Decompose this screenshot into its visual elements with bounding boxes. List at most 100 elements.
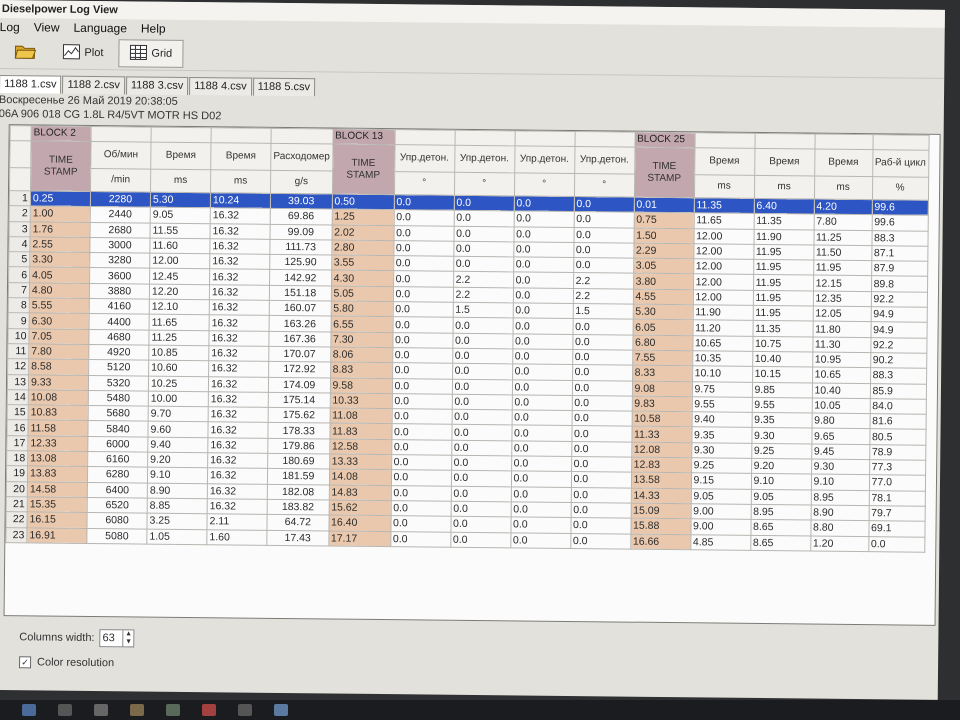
- columns-width-value[interactable]: 63: [101, 632, 123, 644]
- grid-cell[interactable]: 0.0: [390, 469, 452, 486]
- grid-cell[interactable]: 2.2: [572, 288, 634, 305]
- grid-cell[interactable]: 79.7: [868, 505, 925, 522]
- grid-cell[interactable]: 5.05: [330, 285, 394, 302]
- row-number[interactable]: 3: [9, 221, 31, 237]
- grid-cell[interactable]: 12.08: [631, 441, 692, 458]
- grid-cell[interactable]: 8.90: [810, 504, 869, 521]
- row-number[interactable]: 1: [9, 190, 31, 207]
- grid-cell[interactable]: 181.59: [267, 468, 330, 485]
- grid-cell[interactable]: 2.2: [573, 273, 634, 289]
- grid-cell[interactable]: 9.30: [691, 442, 752, 459]
- grid-cell[interactable]: 13.33: [329, 454, 392, 470]
- grid-cell[interactable]: 16.32: [210, 208, 271, 224]
- grid-cell[interactable]: 10.83: [28, 404, 89, 421]
- tab-file-3[interactable]: 1188 3.csv: [125, 76, 189, 95]
- grid-cell[interactable]: 8.33: [632, 365, 693, 382]
- grid-cell[interactable]: 11.95: [752, 290, 814, 307]
- grid-cell[interactable]: 3.05: [633, 258, 694, 275]
- column-header[interactable]: Упр.детон.: [394, 144, 455, 173]
- grid-cell[interactable]: 3.30: [29, 252, 90, 268]
- grid-cell[interactable]: 0.0: [572, 364, 633, 381]
- grid-cell[interactable]: 0.0: [570, 533, 631, 549]
- grid-cell[interactable]: 99.6: [871, 199, 928, 216]
- grid-cell[interactable]: 11.20: [692, 320, 753, 337]
- grid-cell[interactable]: 0.0: [513, 272, 574, 289]
- grid-cell[interactable]: 0.0: [512, 287, 574, 304]
- grid-cell[interactable]: 16.40: [328, 515, 391, 532]
- grid-cell[interactable]: 3880: [89, 283, 150, 300]
- grid-cell[interactable]: 11.33: [631, 426, 692, 443]
- grid-cell[interactable]: 11.65: [693, 213, 754, 229]
- grid-cell[interactable]: 0.0: [868, 536, 925, 553]
- grid-cell[interactable]: 5.30: [150, 192, 211, 209]
- grid-cell[interactable]: 5680: [88, 405, 149, 422]
- grid-cell[interactable]: 142.92: [269, 269, 332, 286]
- grid-cell[interactable]: 14.08: [328, 469, 392, 486]
- grid-cell[interactable]: 0.0: [573, 211, 634, 228]
- grid-cell[interactable]: 0.0: [391, 424, 452, 441]
- grid-cell[interactable]: 0.0: [451, 378, 513, 395]
- grid-cell[interactable]: 7.30: [330, 331, 393, 348]
- grid-cell[interactable]: 0.75: [633, 212, 694, 229]
- grid-cell[interactable]: 1.20: [810, 535, 869, 552]
- grid-cell[interactable]: 92.2: [870, 337, 927, 354]
- row-number[interactable]: 18: [6, 450, 28, 467]
- grid-cell[interactable]: 11.50: [813, 244, 872, 261]
- grid-cell[interactable]: 2.29: [633, 243, 694, 259]
- grid-cell[interactable]: 4.55: [632, 288, 694, 305]
- grid-cell[interactable]: 16.32: [208, 406, 269, 423]
- grid-cell[interactable]: 9.83: [631, 395, 692, 412]
- column-header[interactable]: Время: [150, 142, 212, 170]
- grid-cell[interactable]: 10.40: [811, 382, 871, 399]
- row-number[interactable]: 10: [7, 328, 30, 344]
- grid-cell[interactable]: 0.0: [453, 256, 514, 273]
- grid-cell[interactable]: 1.76: [30, 221, 91, 238]
- grid-cell[interactable]: 0.0: [390, 531, 451, 548]
- grid-cell[interactable]: 4.30: [331, 270, 394, 287]
- grid-cell[interactable]: 15.09: [630, 503, 691, 519]
- grid-cell[interactable]: 9.40: [147, 436, 208, 453]
- grid-cell[interactable]: 3.55: [331, 255, 394, 272]
- grid-cell[interactable]: 0.0: [450, 485, 511, 502]
- grid-cell[interactable]: 9.70: [148, 406, 209, 423]
- grid-cell[interactable]: 12.33: [27, 435, 88, 452]
- row-number[interactable]: 8: [8, 297, 30, 314]
- grid-cell[interactable]: 8.58: [28, 359, 89, 376]
- grid-cell[interactable]: 11.35: [752, 320, 813, 337]
- grid-cell[interactable]: 2.2: [452, 287, 514, 303]
- grid-cell[interactable]: 9.10: [810, 474, 870, 491]
- grid-cell[interactable]: 11.65: [149, 314, 210, 331]
- grid-cell[interactable]: 7.05: [28, 328, 90, 345]
- grid-cell[interactable]: 9.35: [691, 427, 752, 444]
- grid-cell[interactable]: 0.0: [571, 456, 632, 473]
- grid-cell[interactable]: 9.85: [751, 381, 813, 398]
- grid-cell[interactable]: 0.0: [453, 210, 514, 227]
- row-number[interactable]: 22: [5, 511, 28, 528]
- grid-cell[interactable]: 0.0: [451, 455, 512, 472]
- grid-cell[interactable]: 0.0: [570, 517, 631, 534]
- grid-cell[interactable]: 0.0: [510, 501, 571, 518]
- grid-cell[interactable]: 9.20: [751, 458, 812, 475]
- grid-cell[interactable]: 0.0: [452, 348, 513, 365]
- grid-cell[interactable]: 11.95: [753, 259, 814, 276]
- grid-cell[interactable]: 10.65: [812, 367, 871, 384]
- grid-cell[interactable]: 11.95: [813, 260, 872, 277]
- grid-cell[interactable]: 11.90: [753, 228, 814, 245]
- grid-cell[interactable]: 11.95: [753, 244, 814, 261]
- grid-cell[interactable]: 16.91: [26, 527, 87, 544]
- column-header[interactable]: Время: [694, 147, 755, 176]
- grid-cell[interactable]: 0.0: [570, 487, 631, 504]
- grid-cell[interactable]: 8.95: [750, 504, 811, 521]
- grid-cell[interactable]: 125.90: [269, 254, 332, 271]
- grid-cell[interactable]: 0.0: [392, 301, 453, 318]
- grid-cell[interactable]: 12.83: [631, 457, 692, 474]
- grid-cell[interactable]: 8.65: [750, 534, 811, 551]
- grid-cell[interactable]: 8.95: [810, 489, 869, 506]
- grid-cell[interactable]: 0.50: [331, 193, 395, 210]
- column-header[interactable]: Об/мин: [90, 141, 152, 170]
- column-header[interactable]: Расходомер: [270, 143, 333, 171]
- grid-cell[interactable]: 0.0: [391, 408, 452, 425]
- grid-cell[interactable]: 6.80: [632, 334, 693, 351]
- grid-cell[interactable]: 0.0: [573, 227, 634, 244]
- row-number[interactable]: 14: [7, 389, 29, 405]
